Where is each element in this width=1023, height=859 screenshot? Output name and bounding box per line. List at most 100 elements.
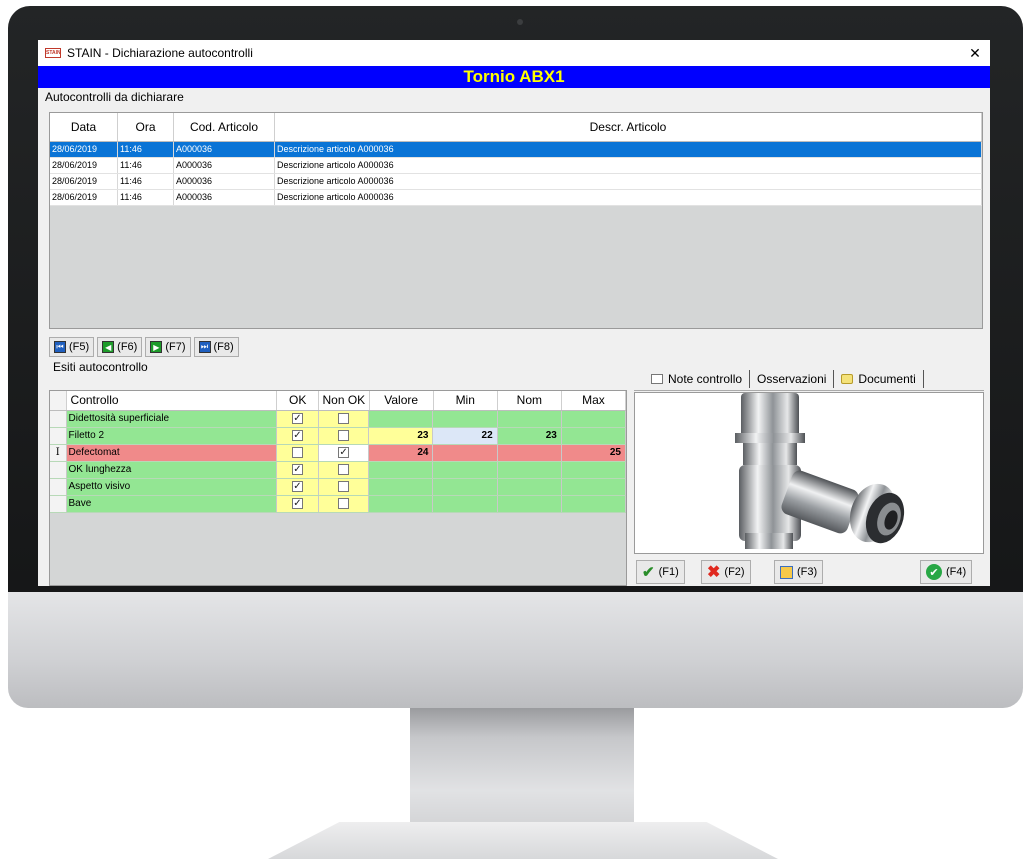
cell-non-ok <box>318 479 370 495</box>
checkmark-icon: ✔ <box>642 564 655 581</box>
tab-note-controllo[interactable]: Note controllo <box>644 370 751 388</box>
cell-descr: Descrizione articolo A000036 <box>275 158 982 173</box>
last-record-button[interactable]: ⏭ (F8) <box>193 337 239 357</box>
column-header-valore[interactable]: Valore <box>370 391 434 410</box>
cell-ok <box>277 445 319 461</box>
column-header-min[interactable]: Min <box>434 391 498 410</box>
ok-checkbox[interactable] <box>291 446 303 458</box>
cell-valore[interactable] <box>369 462 434 478</box>
table-row[interactable]: 28/06/2019 11:46 A000036 Descrizione art… <box>50 190 982 206</box>
result-row[interactable]: Filetto 2 ✓ 23 22 23 <box>50 428 626 445</box>
next-record-button[interactable]: ▶ (F7) <box>145 337 191 357</box>
result-row[interactable]: Bave ✓ <box>50 496 626 513</box>
cell-ok: ✓ <box>277 496 319 512</box>
cell-controllo: Didettosità superficiale <box>66 411 278 427</box>
ok-checkbox[interactable]: ✓ <box>291 480 303 492</box>
cell-max <box>561 411 626 427</box>
cell-valore[interactable] <box>369 496 434 512</box>
previous-record-button[interactable]: ◀ (F6) <box>97 337 143 357</box>
column-header-ora[interactable]: Ora <box>118 113 174 141</box>
cell-descr: Descrizione articolo A000036 <box>275 174 982 189</box>
pending-checks-grid: Data Ora Cod. Articolo Descr. Articolo 2… <box>49 112 983 329</box>
cell-nom <box>497 462 562 478</box>
result-row[interactable]: Aspetto visivo ✓ <box>50 479 626 496</box>
cell-max <box>561 479 626 495</box>
column-header-cod-articolo[interactable]: Cod. Articolo <box>174 113 275 141</box>
cell-non-ok <box>318 462 370 478</box>
reject-button[interactable]: ✖ (F2) <box>701 560 751 584</box>
column-header-controllo[interactable]: Controllo <box>67 391 278 410</box>
column-header-nom[interactable]: Nom <box>498 391 562 410</box>
ok-checkbox[interactable]: ✓ <box>291 429 303 441</box>
monitor-stand-neck <box>410 708 634 826</box>
non-ok-checkbox[interactable] <box>338 429 350 441</box>
valve-image <box>635 393 983 553</box>
title-bar: STAIN STAIN - Dichiarazione autocontroll… <box>38 40 990 66</box>
column-header-descr-articolo[interactable]: Descr. Articolo <box>275 113 982 141</box>
cell-min <box>433 479 498 495</box>
cell-ora: 11:46 <box>118 158 174 173</box>
cell-min: 22 <box>433 428 498 444</box>
cell-valore[interactable] <box>369 411 434 427</box>
tab-documenti[interactable]: Documenti <box>834 370 924 388</box>
confirm-ok-label: (F1) <box>658 566 679 578</box>
tab-osservazioni-label: Osservazioni <box>757 372 827 386</box>
non-ok-checkbox[interactable]: ✓ <box>338 446 350 458</box>
table-row[interactable]: 28/06/2019 11:46 A000036 Descrizione art… <box>50 158 982 174</box>
confirm-ok-button[interactable]: ✔ (F1) <box>636 560 685 584</box>
tab-documenti-label: Documenti <box>858 372 916 386</box>
non-ok-checkbox[interactable] <box>338 412 350 424</box>
cell-ok: ✓ <box>277 479 319 495</box>
cell-max <box>561 428 626 444</box>
cell-valore[interactable]: 24 <box>369 445 434 461</box>
cell-non-ok <box>318 428 370 444</box>
details-button[interactable]: (F3) <box>774 560 824 584</box>
non-ok-checkbox[interactable] <box>338 463 350 475</box>
row-header <box>50 428 67 444</box>
results-grid-header: Controllo OK Non OK Valore Min Nom Max <box>50 391 626 411</box>
ok-checkbox[interactable]: ✓ <box>291 412 303 424</box>
ok-checkbox[interactable]: ✓ <box>291 463 303 475</box>
column-header-max[interactable]: Max <box>562 391 626 410</box>
save-label: (F4) <box>946 566 967 578</box>
app-window: STAIN STAIN - Dichiarazione autocontroll… <box>38 40 990 586</box>
last-record-icon: ⏭ <box>198 341 211 353</box>
cell-valore[interactable]: 23 <box>369 428 434 444</box>
cell-ora: 11:46 <box>118 190 174 205</box>
column-header-non-ok[interactable]: Non OK <box>319 391 370 410</box>
table-row[interactable]: 28/06/2019 11:46 A000036 Descrizione art… <box>50 174 982 190</box>
non-ok-checkbox[interactable] <box>338 497 350 509</box>
pending-section-label: Autocontrolli da dichiarare <box>45 90 184 104</box>
cell-non-ok <box>318 496 370 512</box>
cell-non-ok <box>318 411 370 427</box>
row-header <box>50 496 67 512</box>
cell-data: 28/06/2019 <box>50 174 118 189</box>
ok-checkbox[interactable]: ✓ <box>291 497 303 509</box>
column-header-data[interactable]: Data <box>50 113 118 141</box>
cell-nom <box>497 479 562 495</box>
save-button[interactable]: ✔ (F4) <box>920 560 973 584</box>
table-row[interactable]: 28/06/2019 11:46 A000036 Descrizione art… <box>50 142 982 158</box>
result-row[interactable]: OK lunghezza ✓ <box>50 462 626 479</box>
non-ok-checkbox[interactable] <box>338 480 350 492</box>
result-row[interactable]: I Defectomat ✓ 24 25 <box>50 445 626 462</box>
green-check-circle-icon: ✔ <box>926 564 942 580</box>
cell-ok: ✓ <box>277 462 319 478</box>
cell-min <box>433 496 498 512</box>
app-logo-icon: STAIN <box>45 48 61 58</box>
cell-max: 25 <box>561 445 626 461</box>
cell-data: 28/06/2019 <box>50 142 118 157</box>
first-record-icon: ⏮ <box>54 341 66 353</box>
tab-note-label: Note controllo <box>668 372 743 386</box>
cell-controllo: Aspetto visivo <box>66 479 278 495</box>
tab-osservazioni[interactable]: Osservazioni <box>750 370 835 388</box>
result-row[interactable]: Didettosità superficiale ✓ <box>50 411 626 428</box>
first-record-button[interactable]: ⏮ (F5) <box>49 337 95 357</box>
pending-grid-header: Data Ora Cod. Articolo Descr. Articolo <box>50 113 982 142</box>
close-button[interactable]: ✕ <box>960 45 990 62</box>
cell-ok: ✓ <box>277 428 319 444</box>
column-header-ok[interactable]: OK <box>277 391 320 410</box>
row-header <box>50 479 67 495</box>
cell-valore[interactable] <box>369 479 434 495</box>
monitor-chin <box>8 592 1023 708</box>
